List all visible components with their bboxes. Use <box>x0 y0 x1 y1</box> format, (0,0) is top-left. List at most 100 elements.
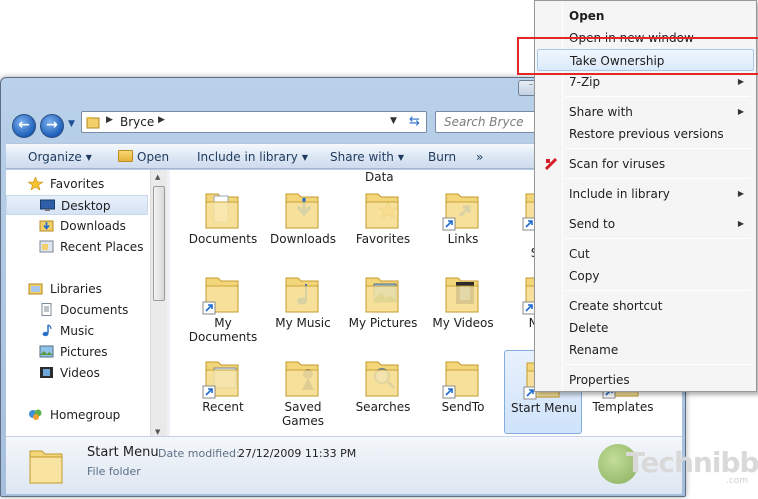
submenu-arrow-icon: ▶ <box>737 77 744 86</box>
menu-separator <box>565 290 750 291</box>
nav-downloads[interactable]: Downloads <box>6 216 148 236</box>
folder-icon <box>365 361 399 397</box>
breadcrumb-bryce[interactable]: Bryce <box>120 115 154 129</box>
folder-icon <box>86 117 100 129</box>
folder-item[interactable]: My Documents <box>184 266 262 350</box>
nav-favorites[interactable]: Favorites <box>6 174 148 194</box>
address-bar[interactable]: ▶ Bryce ▶ ▼ ⇆ <box>81 111 427 133</box>
date-modified-label: Date modified: <box>158 447 240 460</box>
scroll-thumb[interactable] <box>153 186 165 301</box>
folder-icon <box>202 361 239 399</box>
folder-item-label: Documents <box>188 232 258 246</box>
folder-icon <box>205 193 239 229</box>
folder-item[interactable]: Recent <box>184 350 262 434</box>
menu-item-label: Open <box>569 9 605 23</box>
menu-separator <box>565 96 750 97</box>
folder-item-label: SendTo <box>441 400 485 414</box>
antivirus-icon <box>545 158 557 170</box>
menu-separator <box>565 148 750 149</box>
nav-desktop[interactable]: Desktop <box>6 195 148 215</box>
nav-documents[interactable]: Documents <box>6 300 148 320</box>
scroll-down-icon[interactable]: ▼ <box>155 428 160 436</box>
share-with-button[interactable]: Share with ▼ <box>330 150 404 164</box>
nav-scrollbar[interactable]: ▲ ▼ <box>150 170 167 440</box>
nav-music[interactable]: Music <box>6 321 148 341</box>
menu-item-share-with[interactable]: Share with ▶ <box>537 101 754 123</box>
highlight-callout <box>517 37 758 75</box>
menu-item-send-to[interactable]: Send to ▶ <box>537 213 754 235</box>
menu-item-include-in-library[interactable]: Include in library ▶ <box>537 183 754 205</box>
menu-item-label: Send to <box>569 217 616 231</box>
folder-item[interactable]: Documents <box>184 182 262 266</box>
folder-item-label: My Documents <box>188 316 258 344</box>
folder-icon <box>365 277 399 313</box>
folder-item-label: Recent <box>202 400 244 414</box>
menu-item-open[interactable]: Open <box>537 5 754 27</box>
menu-item-rename[interactable]: Rename <box>537 339 754 361</box>
folder-item[interactable]: My Pictures <box>344 266 422 350</box>
folder-item-label: Favorites <box>355 232 411 246</box>
organize-button[interactable]: Organize ▼ <box>28 150 92 164</box>
open-button[interactable]: Open <box>118 150 169 164</box>
open-folder-icon <box>118 150 133 162</box>
folder-item-label: Templates <box>592 400 654 414</box>
back-button[interactable]: ← <box>12 114 36 138</box>
menu-item-properties[interactable]: Properties <box>537 369 754 391</box>
chevron-right-icon[interactable]: ▶ <box>158 115 165 125</box>
folder-item-label: My Pictures <box>348 316 418 330</box>
folder-item-label: My Videos <box>432 316 494 330</box>
folder-icon <box>29 450 63 484</box>
menu-item-copy[interactable]: Copy <box>537 265 754 287</box>
folder-item-label: Downloads <box>270 232 336 246</box>
folder-item[interactable]: Downloads <box>264 182 342 266</box>
menu-item-label: Scan for viruses <box>569 157 666 171</box>
refresh-icon[interactable]: ⇆ <box>409 114 420 129</box>
folder-item[interactable]: Searches <box>344 350 422 434</box>
chevron-down-icon: ▼ <box>301 153 309 162</box>
folder-item-label: Searches <box>355 400 411 414</box>
menu-item-label: Copy <box>569 269 600 283</box>
menu-item-label: 7-Zip <box>569 75 601 89</box>
more-commands-button[interactable]: » <box>476 150 483 164</box>
navigation-pane: Favorites Desktop Downloads Recent Place… <box>6 170 150 440</box>
folder-item-label: Links <box>447 232 479 246</box>
folder-item[interactable]: Saved Games <box>264 350 342 434</box>
watermark-com: .com <box>726 476 749 486</box>
details-pane: Start Menu Date modified: 27/12/2009 11:… <box>6 436 682 494</box>
folder-icon <box>442 193 479 231</box>
folder-item[interactable]: My Videos <box>424 266 502 350</box>
burn-button[interactable]: Burn <box>428 150 456 164</box>
date-modified-value: 27/12/2009 11:33 PM <box>238 447 357 460</box>
folder-item[interactable]: SendTo <box>424 350 502 434</box>
nav-pictures[interactable]: Pictures <box>6 342 148 362</box>
folder-item-label: Saved Games <box>282 400 324 428</box>
folder-item[interactable]: Links <box>424 182 502 266</box>
search-input[interactable]: Search Bryce <box>435 111 545 133</box>
nav-homegroup[interactable]: Homegroup <box>6 405 148 425</box>
folder-icon <box>365 193 399 229</box>
forward-button[interactable]: → <box>40 114 64 138</box>
watermark-logo: Technibble .com <box>598 440 758 492</box>
menu-item-cut[interactable]: Cut <box>537 243 754 265</box>
star-icon <box>28 177 43 190</box>
menu-item-restore-previous-versions[interactable]: Restore previous versions <box>537 123 754 145</box>
recent-pages-dropdown-icon[interactable]: ▼ <box>68 119 75 129</box>
folder-item-label: Start Menu <box>510 401 578 415</box>
nav-libraries[interactable]: Libraries <box>6 279 148 299</box>
include-in-library-button[interactable]: Include in library ▼ <box>197 150 308 164</box>
menu-item-scan-for-viruses[interactable]: Scan for viruses <box>537 153 754 175</box>
scroll-up-icon[interactable]: ▲ <box>155 173 160 181</box>
film-icon <box>40 367 53 378</box>
menu-item-delete[interactable]: Delete <box>537 317 754 339</box>
nav-recent-places[interactable]: Recent Places <box>6 237 148 257</box>
folder-item[interactable]: My Music <box>264 266 342 350</box>
folder-icon <box>202 277 239 315</box>
folder-item[interactable]: Favorites <box>344 182 422 266</box>
address-dropdown-icon[interactable]: ▼ <box>390 116 397 126</box>
nav-videos[interactable]: Videos <box>6 363 148 383</box>
watermark-text: Technibble <box>626 446 758 479</box>
submenu-arrow-icon: ▶ <box>737 219 744 228</box>
chevron-right-icon[interactable]: ▶ <box>106 115 113 125</box>
desktop-icon <box>40 199 55 211</box>
menu-item-create-shortcut[interactable]: Create shortcut <box>537 295 754 317</box>
